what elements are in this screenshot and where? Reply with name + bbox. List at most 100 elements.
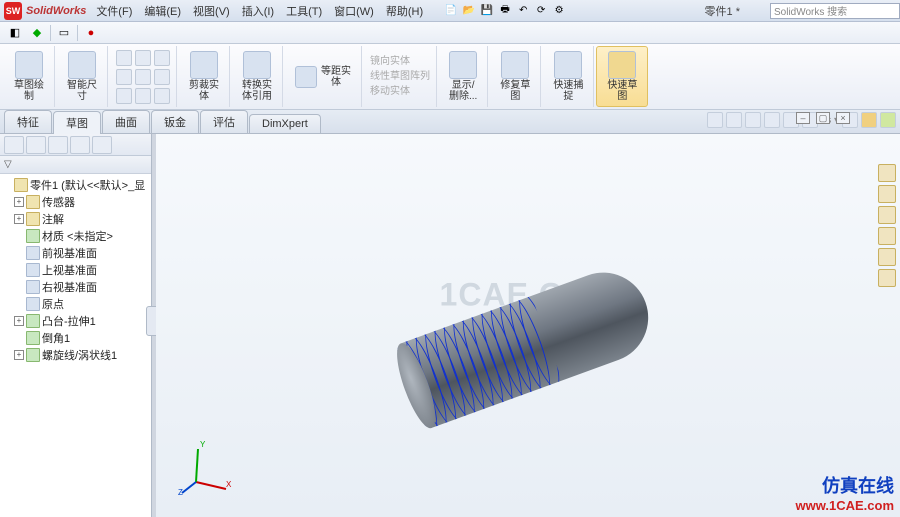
tree-item-0[interactable]: +传感器 <box>0 193 151 210</box>
search-placeholder: SolidWorks 搜索 <box>774 3 847 18</box>
tab-evaluate[interactable]: 评估 <box>200 110 248 133</box>
sketch-icon <box>15 51 43 79</box>
menu-window[interactable]: 窗口(W) <box>334 3 374 19</box>
menu-insert[interactable]: 插入(I) <box>242 3 274 19</box>
tree-root[interactable]: 零件1 (默认<<默认>_显 <box>0 176 151 193</box>
tree-item-4[interactable]: 上视基准面 <box>0 261 151 278</box>
qat-btn-2[interactable]: ◆ <box>28 24 46 42</box>
save-icon[interactable]: 💾 <box>479 3 495 19</box>
taskpane-resources-icon[interactable] <box>878 164 896 182</box>
part-icon <box>14 178 28 192</box>
quick-access-toolbar: ◧ ◆ ▭ ● <box>0 22 900 44</box>
move-entities[interactable]: 移动实体 <box>370 85 410 98</box>
menu-view[interactable]: 视图(V) <box>193 3 230 19</box>
trim-button[interactable]: 剪裁实 体 <box>185 49 223 104</box>
menu-file[interactable]: 文件(F) <box>96 3 132 19</box>
tree-item-8[interactable]: 倒角1 <box>0 329 151 346</box>
triad-x-label: X <box>226 480 232 489</box>
view-triad[interactable]: X Y Z <box>176 437 236 497</box>
ellipse-tool[interactable] <box>116 88 132 104</box>
tree-item-9[interactable]: +螺旋线/涡状线1 <box>0 346 151 363</box>
triad-z-label: Z <box>178 488 183 497</box>
sketch-button[interactable]: 草图绘 制 <box>10 49 48 104</box>
app-logo: SW <box>4 2 22 20</box>
tree-item-icon <box>26 314 40 328</box>
taskpane-library-icon[interactable] <box>878 185 896 203</box>
menu-tools[interactable]: 工具(T) <box>286 3 322 19</box>
scene-icon[interactable] <box>880 112 896 128</box>
tab-dimxpert[interactable]: DimXpert <box>249 114 321 133</box>
snap-icon <box>554 51 582 79</box>
zoom-area-icon[interactable] <box>726 112 742 128</box>
tree-item-icon <box>26 297 40 311</box>
config-manager-tab[interactable] <box>48 136 68 154</box>
search-input[interactable]: SolidWorks 搜索 <box>770 3 900 19</box>
taskpane-appearance-icon[interactable] <box>878 248 896 266</box>
mdi-restore[interactable]: ▢ <box>816 112 830 124</box>
property-manager-tab[interactable] <box>26 136 46 154</box>
mirror-entities[interactable]: 镜向实体 <box>370 55 410 68</box>
taskpane-custom-icon[interactable] <box>878 269 896 287</box>
brand-cn: 仿真在线 <box>796 472 894 498</box>
new-doc-icon[interactable]: 📄 <box>443 3 459 19</box>
display-manager-tab[interactable] <box>92 136 112 154</box>
prev-view-icon[interactable] <box>745 112 761 128</box>
arc-tool[interactable] <box>154 50 170 66</box>
task-pane <box>878 164 896 287</box>
panel-filter-bar[interactable]: ▽ <box>0 156 151 174</box>
linear-pattern[interactable]: 线性草图阵列 <box>370 70 430 83</box>
tab-sheetmetal[interactable]: 钣金 <box>151 110 199 133</box>
ribbon: 草图绘 制 智能尺 寸 剪裁实 体 转换实 体引用 <box>0 44 900 110</box>
tree-item-icon <box>26 263 40 277</box>
quick-sketch-button[interactable]: 快速草 图 <box>603 49 641 104</box>
fillet-tool[interactable] <box>135 88 151 104</box>
zoom-fit-icon[interactable] <box>707 112 723 128</box>
line-tool[interactable] <box>116 50 132 66</box>
tab-sketch[interactable]: 草图 <box>53 111 101 134</box>
section-view-icon[interactable] <box>764 112 780 128</box>
mdi-close[interactable]: × <box>836 112 850 124</box>
panel-tabs <box>0 134 151 156</box>
point-tool[interactable] <box>154 69 170 85</box>
undo-icon[interactable]: ↶ <box>515 3 531 19</box>
triad-y-label: Y <box>200 440 206 449</box>
app-name: SolidWorks <box>26 5 86 17</box>
tree-item-2[interactable]: 材质 <未指定> <box>0 227 151 244</box>
text-tool[interactable] <box>154 88 170 104</box>
title-bar: SW SolidWorks 文件(F) 编辑(E) 视图(V) 插入(I) 工具… <box>0 0 900 22</box>
tab-surfaces[interactable]: 曲面 <box>102 110 150 133</box>
taskpane-explorer-icon[interactable] <box>878 206 896 224</box>
tab-features[interactable]: 特征 <box>4 110 52 133</box>
display-delete-button[interactable]: 显示/ 删除... <box>445 49 481 104</box>
spline-tool[interactable] <box>135 69 151 85</box>
dimxpert-manager-tab[interactable] <box>70 136 90 154</box>
repair-sketch-button[interactable]: 修复草 图 <box>496 49 534 104</box>
rebuild-icon[interactable]: ⟳ <box>533 3 549 19</box>
mdi-minimize[interactable]: – <box>796 112 810 124</box>
qat-btn-1[interactable]: ◧ <box>6 24 24 42</box>
taskpane-palette-icon[interactable] <box>878 227 896 245</box>
workspace: ▽ 零件1 (默认<<默认>_显 +传感器+注解材质 <未指定>前视基准面上视基… <box>0 134 900 517</box>
convert-entities-button[interactable]: 转换实 体引用 <box>238 49 276 104</box>
smart-dimension-button[interactable]: 智能尺 寸 <box>63 49 101 104</box>
graphics-viewport[interactable]: 1CAE.COM X Y Z 仿真在线 www.1CAE.com <box>156 134 900 517</box>
tree-item-1[interactable]: +注解 <box>0 210 151 227</box>
qat-select-icon[interactable]: ▭ <box>55 24 73 42</box>
title-quick-icons: 📄 📂 💾 🖶 ↶ ⟳ ⚙ <box>443 3 567 19</box>
circle-tool[interactable] <box>135 50 151 66</box>
qat-appearance-icon[interactable]: ● <box>82 24 100 42</box>
tree-item-5[interactable]: 右视基准面 <box>0 278 151 295</box>
options-icon[interactable]: ⚙ <box>551 3 567 19</box>
tree-item-7[interactable]: +凸台-拉伸1 <box>0 312 151 329</box>
rect-tool[interactable] <box>116 69 132 85</box>
menu-help[interactable]: 帮助(H) <box>386 3 423 19</box>
offset-entities-button[interactable]: 等距实 体 <box>291 64 355 90</box>
print-icon[interactable]: 🖶 <box>497 3 513 19</box>
quick-snap-button[interactable]: 快速捕 捉 <box>549 49 587 104</box>
appearance-icon[interactable] <box>861 112 877 128</box>
open-icon[interactable]: 📂 <box>461 3 477 19</box>
feature-tree-tab[interactable] <box>4 136 24 154</box>
menu-edit[interactable]: 编辑(E) <box>144 3 181 19</box>
tree-item-6[interactable]: 原点 <box>0 295 151 312</box>
tree-item-3[interactable]: 前视基准面 <box>0 244 151 261</box>
